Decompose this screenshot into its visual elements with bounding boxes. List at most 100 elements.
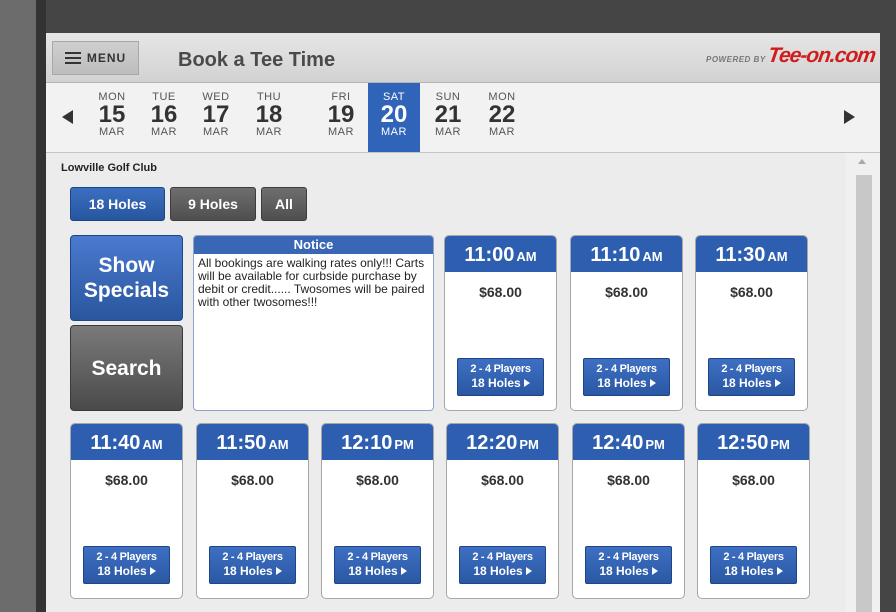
- book-tee-time-button[interactable]: 2 - 4 Players 18 Holes: [457, 358, 544, 396]
- book-tee-time-button[interactable]: 2 - 4 Players 18 Holes: [583, 358, 670, 396]
- date-sun-21[interactable]: SUN 21 MAR: [422, 83, 474, 152]
- tee-time: 11:30: [715, 244, 766, 266]
- tee-time-price: $68.00: [105, 472, 148, 488]
- book-tee-time-button[interactable]: 2 - 4 Players 18 Holes: [585, 546, 672, 584]
- search-button[interactable]: Search: [70, 325, 183, 411]
- holes-label: 18 Holes: [722, 376, 772, 390]
- tee-time-card: 12:20 PM $68.00 2 - 4 Players 18 Holes: [446, 423, 559, 599]
- next-dates-arrow-icon[interactable]: [844, 110, 855, 124]
- month: MAR: [99, 126, 125, 138]
- day-number: 20: [380, 101, 408, 128]
- tee-time-ampm: AM: [142, 437, 163, 452]
- book-tee-time-button[interactable]: 2 - 4 Players 18 Holes: [708, 358, 795, 396]
- tee-time-header: 11:40 AM: [71, 424, 182, 460]
- play-arrow-icon: [776, 567, 783, 575]
- tee-time-app: MENU Book a Tee Time POWERED BY Tee-on.c…: [46, 33, 880, 612]
- date-fri-19[interactable]: FRI 19 MAR: [315, 83, 367, 152]
- tee-time-header: 11:00 AM: [445, 236, 556, 272]
- tee-time-price: $68.00: [730, 284, 773, 300]
- window-left-edge: [0, 0, 36, 612]
- book-tee-time-button[interactable]: 2 - 4 Players 18 Holes: [83, 546, 170, 584]
- month: MAR: [151, 126, 177, 138]
- holes-label-row: 18 Holes: [711, 564, 796, 578]
- tee-time-ampm: PM: [645, 437, 665, 452]
- holes-label: 18 Holes: [599, 564, 649, 578]
- notice-panel: Notice All bookings are walking rates on…: [193, 235, 434, 411]
- tee-time-header: 12:20 PM: [447, 424, 558, 460]
- tee-time-ampm: AM: [642, 249, 663, 264]
- holes-label-row: 18 Holes: [709, 376, 794, 390]
- tee-time-ampm: PM: [519, 437, 539, 452]
- tee-time-price: $68.00: [356, 472, 399, 488]
- powered-by-label: POWERED BY: [706, 55, 766, 64]
- players-range: 2 - 4 Players: [96, 551, 157, 563]
- tee-time-header: 12:50 PM: [698, 424, 809, 460]
- holes-label-row: 18 Holes: [458, 376, 543, 390]
- players-range: 2 - 4 Players: [723, 551, 784, 563]
- tee-time-ampm: PM: [394, 437, 414, 452]
- players-range: 2 - 4 Players: [596, 363, 657, 375]
- day-number: 18: [255, 101, 283, 128]
- tee-time-card: 11:40 AM $68.00 2 - 4 Players 18 Holes: [70, 423, 183, 599]
- scroll-up-arrow-icon[interactable]: [858, 159, 866, 164]
- date-mon-22[interactable]: MON 22 MAR: [476, 83, 528, 152]
- prev-dates-arrow-icon[interactable]: [62, 110, 73, 124]
- tee-on-logo[interactable]: Tee-on.com: [766, 44, 876, 68]
- tee-time-ampm: AM: [268, 437, 289, 452]
- tee-time: 11:00: [464, 244, 515, 266]
- menu-label: MENU: [86, 51, 127, 65]
- scrollbar-thumb[interactable]: [856, 175, 872, 612]
- tee-time-price: $68.00: [605, 284, 648, 300]
- tee-time-card: 11:00 AM $68.00 2 - 4 Players 18 Holes: [444, 235, 557, 411]
- book-tee-time-button[interactable]: 2 - 4 Players 18 Holes: [209, 546, 296, 584]
- date-mon-15[interactable]: MON 15 MAR: [86, 83, 138, 152]
- filter-9-holes-button[interactable]: 9 Holes: [170, 187, 256, 221]
- month: MAR: [435, 126, 461, 138]
- month: MAR: [381, 126, 407, 138]
- book-tee-time-button[interactable]: 2 - 4 Players 18 Holes: [459, 546, 546, 584]
- book-tee-time-button[interactable]: 2 - 4 Players 18 Holes: [710, 546, 797, 584]
- club-name: Lowville Golf Club: [61, 162, 157, 174]
- tee-time-price: $68.00: [481, 472, 524, 488]
- tee-times-content: Lowville Golf Club 18 Holes 9 Holes All …: [46, 153, 846, 612]
- tee-time-header: 11:30 AM: [696, 236, 807, 272]
- day-number: 22: [488, 101, 516, 128]
- page-title: Book a Tee Time: [178, 49, 336, 71]
- date-sat-20[interactable]: SAT 20 MAR: [368, 83, 420, 152]
- players-range: 2 - 4 Players: [470, 363, 531, 375]
- holes-label: 18 Holes: [223, 564, 273, 578]
- players-range: 2 - 4 Players: [721, 363, 782, 375]
- tee-time-header: 11:50 AM: [197, 424, 308, 460]
- tee-time-ampm: AM: [767, 249, 788, 264]
- play-arrow-icon: [275, 567, 282, 575]
- tee-time: 11:10: [590, 244, 641, 266]
- play-arrow-icon: [774, 379, 781, 387]
- show-specials-button[interactable]: Show Specials: [70, 235, 183, 321]
- holes-label-row: 18 Holes: [584, 376, 669, 390]
- tee-time-header: 12:40 PM: [573, 424, 684, 460]
- content-scrollbar[interactable]: [846, 153, 880, 612]
- month: MAR: [489, 126, 515, 138]
- day-number: 15: [98, 101, 126, 128]
- holes-label-row: 18 Holes: [84, 564, 169, 578]
- tee-time: 12:50: [717, 432, 769, 454]
- holes-label: 18 Holes: [473, 564, 523, 578]
- play-arrow-icon: [651, 567, 658, 575]
- date-wed-17[interactable]: WED 17 MAR: [190, 83, 242, 152]
- play-arrow-icon: [523, 379, 530, 387]
- date-thu-18[interactable]: THU 18 MAR: [243, 83, 295, 152]
- book-tee-time-button[interactable]: 2 - 4 Players 18 Holes: [334, 546, 421, 584]
- holes-label: 18 Holes: [471, 376, 521, 390]
- players-range: 2 - 4 Players: [347, 551, 408, 563]
- date-tue-16[interactable]: TUE 16 MAR: [138, 83, 190, 152]
- menu-button[interactable]: MENU: [52, 41, 139, 75]
- tee-time-card: 11:50 AM $68.00 2 - 4 Players 18 Holes: [196, 423, 309, 599]
- tee-time-card: 12:40 PM $68.00 2 - 4 Players 18 Holes: [572, 423, 685, 599]
- filter-18-holes-button[interactable]: 18 Holes: [70, 187, 165, 221]
- date-selector: MON 15 MAR TUE 16 MAR WED 17 MAR THU 18 MAR FRI 19 MAR…: [46, 83, 880, 153]
- tee-time: 12:10: [341, 432, 393, 454]
- tee-time-ampm: PM: [770, 437, 790, 452]
- play-arrow-icon: [649, 379, 656, 387]
- filter-all-button[interactable]: All: [261, 187, 307, 221]
- tee-time-card: 11:10 AM $68.00 2 - 4 Players 18 Holes: [570, 235, 683, 411]
